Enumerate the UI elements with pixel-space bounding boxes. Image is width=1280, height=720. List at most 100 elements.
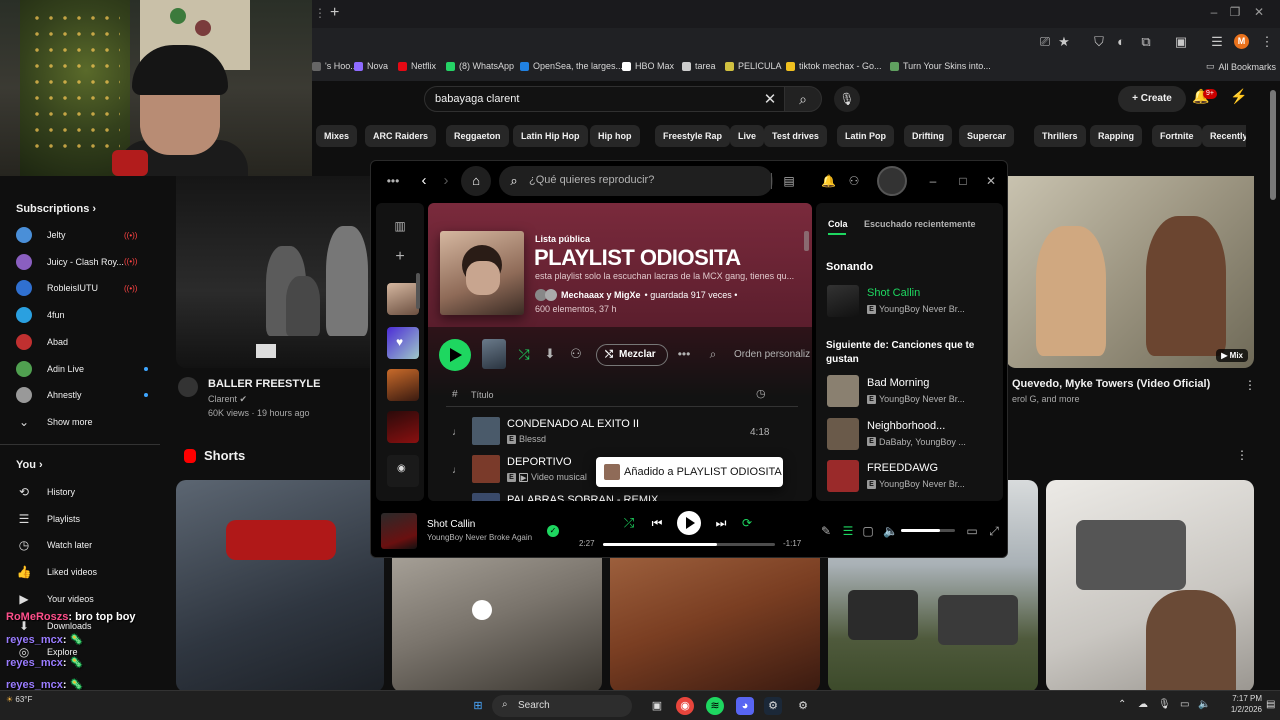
close-icon[interactable]: ✕ [1252, 5, 1266, 19]
steam-icon[interactable]: ⚙ [764, 697, 782, 715]
queue-item[interactable]: Neighborhood... E DaBaby, YoungBoy ... [827, 417, 997, 452]
more-options-icon[interactable]: ••• [676, 346, 692, 362]
chip[interactable]: Fortnite [1152, 125, 1202, 147]
you-item[interactable]: 👍 Liked videos [16, 561, 146, 583]
friends-icon[interactable]: ⚇ [847, 173, 861, 189]
voice-search-icon[interactable]: 🎙 [834, 86, 860, 112]
subscription-item[interactable]: Ahnestly [16, 384, 148, 406]
library-scrollbar[interactable] [416, 273, 420, 309]
clear-search-icon[interactable]: ✕ [762, 90, 778, 108]
profile-avatar[interactable]: M [1234, 34, 1249, 49]
chip[interactable]: Recently u [1202, 125, 1246, 147]
bookmark-item[interactable]: HBO Max [622, 61, 674, 71]
media-icon[interactable]: ☰ [1208, 33, 1226, 51]
col-title-header[interactable]: Título [471, 390, 494, 400]
tab-queue[interactable]: Cola [828, 219, 848, 229]
you-item[interactable]: ☰ Playlists [16, 508, 146, 530]
track-artist[interactable]: Blessd [519, 434, 546, 444]
create-button[interactable]: + Create [1118, 86, 1186, 112]
clock[interactable]: 7:17 PM 1/2/2026 [1218, 693, 1262, 715]
you-item[interactable]: ◷ Watch later [16, 534, 146, 556]
add-user-icon[interactable]: ⚇ [568, 346, 584, 362]
subscription-item[interactable]: RobleisIUTU ((•)) [16, 277, 146, 299]
subscription-item[interactable]: 4fun [16, 304, 146, 326]
playlist-mini-cover[interactable] [482, 339, 506, 369]
shield-icon[interactable]: ⛉ [1090, 33, 1108, 51]
minimize-icon[interactable]: – [1207, 5, 1221, 19]
show-more-button[interactable]: ⌄ Show more [16, 411, 146, 433]
menu-dots-icon[interactable]: ••• [383, 173, 403, 189]
sort-dropdown[interactable]: Orden personaliz [734, 349, 810, 360]
bookmark-item[interactable]: tarea [682, 61, 716, 71]
tray-overflow-icon[interactable]: ⌃ [1118, 699, 1126, 710]
chip[interactable]: Live [730, 125, 765, 147]
back-icon[interactable]: ‹ [417, 173, 431, 189]
bookmark-item[interactable]: tiktok mechax - Go... [786, 61, 882, 71]
current-track-art[interactable] [381, 513, 417, 549]
notification-center-icon[interactable]: ▤ [1266, 699, 1275, 710]
bookmark-item[interactable]: 's Hoo... [312, 61, 358, 71]
channel-avatar[interactable]: ⚡ [1230, 88, 1250, 108]
volume-icon[interactable]: 🔈 [883, 523, 898, 539]
tray-app-icon[interactable]: ☁ [1138, 699, 1148, 710]
chip[interactable]: Test drives [764, 125, 827, 147]
next-icon[interactable]: ⏭ [713, 515, 729, 531]
browse-icon[interactable]: ▤ [781, 173, 797, 189]
queue-item[interactable]: FREEDDAWG E YoungBoy Never Br... [827, 460, 997, 494]
miniplayer-icon[interactable]: ▭ [965, 523, 979, 539]
subscription-item[interactable]: Juicy - Clash Roy... ((•)) [16, 251, 146, 273]
user-avatar[interactable] [877, 166, 907, 196]
search-icon[interactable]: ⌕ [706, 346, 720, 362]
chrome-icon[interactable]: ◉ [676, 697, 694, 715]
track-artist[interactable]: Video musical [531, 472, 587, 482]
more-options-icon[interactable]: ⋮ [1244, 378, 1256, 392]
channel-name[interactable]: Clarent ✔ [208, 394, 247, 405]
playlist-cover[interactable] [440, 231, 524, 315]
minimize-icon[interactable]: – [927, 173, 939, 189]
current-track-title[interactable]: Shot Callin [427, 519, 475, 530]
video-title[interactable]: Quevedo, Myke Towers (Video Oficial) [1012, 378, 1210, 390]
you-item[interactable]: ⟲ History [16, 481, 146, 503]
queue-icon[interactable]: ☰ [841, 523, 855, 539]
play-button[interactable] [439, 339, 471, 371]
current-track-artist[interactable]: YoungBoy Never Broke Again [427, 533, 532, 542]
youtube-search-input[interactable]: babayaga clarent [424, 86, 790, 112]
extension-icon[interactable]: ◐ [1112, 33, 1130, 51]
more-options-icon[interactable]: ⋮ [1236, 448, 1248, 462]
saved-check-icon[interactable]: ✓ [547, 525, 559, 537]
mic-icon[interactable]: 🎙 [1158, 699, 1171, 710]
short-thumbnail[interactable] [176, 480, 384, 692]
bookmark-item[interactable]: Netflix [398, 61, 436, 71]
liked-songs[interactable]: ♥ [387, 327, 419, 359]
track-row[interactable]: ♩ CONDENADO AL EXITO II E Blessd 4:18 [448, 415, 798, 449]
page-scrollbar[interactable] [1270, 90, 1276, 200]
repeat-icon[interactable]: ⟳ [739, 515, 755, 531]
chip[interactable]: Thrillers [1034, 125, 1086, 147]
pause-play-button[interactable] [677, 511, 701, 535]
short-thumbnail[interactable] [1046, 480, 1254, 692]
you-item[interactable]: ▶ Your videos [16, 588, 146, 610]
bookmark-item[interactable]: PELICULA [725, 61, 782, 71]
previous-icon[interactable]: ⏮ [649, 515, 665, 531]
new-tab-button[interactable]: + [330, 4, 346, 22]
track-row[interactable]: PALABRAS SOBRAN - REMIX4:12 [448, 491, 798, 501]
maximize-icon[interactable]: □ [957, 173, 969, 189]
channel-avatar[interactable] [178, 377, 198, 397]
connect-device-icon[interactable]: ▢ [861, 523, 875, 539]
shuffle-icon[interactable]: ⤮ [621, 515, 637, 531]
subscription-item[interactable]: Jelty ((•)) [16, 224, 146, 246]
subscription-item[interactable]: Adin Live [16, 358, 148, 380]
home-button[interactable]: ⌂ [461, 166, 491, 196]
download-icon[interactable]: ⬇ [542, 346, 558, 362]
tab-overflow[interactable]: ⋮ [314, 6, 326, 20]
network-icon[interactable]: ▭ [1180, 699, 1189, 710]
forward-icon[interactable]: › [439, 173, 453, 189]
chip[interactable]: Supercar [959, 125, 1015, 147]
library-playlist[interactable] [387, 283, 419, 315]
speaker-icon[interactable]: 🔈 [1198, 699, 1210, 710]
bell-icon[interactable]: 🔔 [821, 173, 836, 189]
subscriptions-heading[interactable]: Subscriptions › [16, 203, 96, 215]
chip[interactable]: Drifting [904, 125, 952, 147]
star-icon[interactable]: ★ [1055, 33, 1073, 51]
you-heading[interactable]: You › [16, 459, 43, 471]
